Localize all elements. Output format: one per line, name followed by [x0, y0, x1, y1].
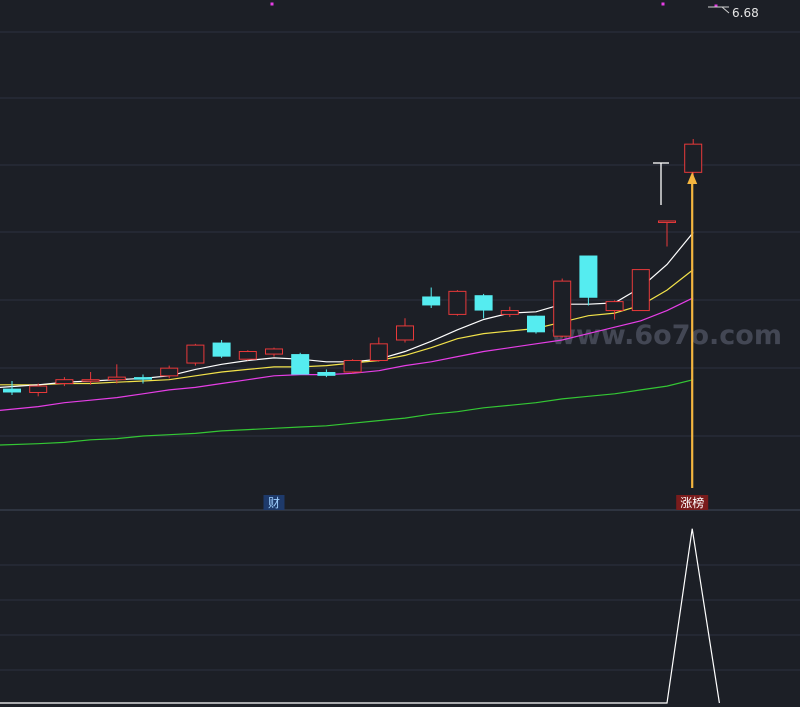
candle	[55, 377, 74, 387]
candle-body	[317, 372, 336, 376]
stock-chart: www.6o7o.com 财 涨榜 6.68	[0, 2, 800, 704]
ma-magenta-line	[0, 297, 694, 411]
candle	[186, 343, 205, 366]
candle-body	[422, 296, 441, 306]
candle-body	[29, 385, 48, 393]
candle-body	[448, 290, 467, 315]
candle-body	[658, 220, 676, 223]
candle-body	[553, 280, 572, 337]
candle-body	[631, 269, 650, 312]
candle	[553, 278, 572, 338]
candle	[317, 369, 336, 378]
candle-body	[605, 301, 624, 312]
candle-body	[107, 376, 126, 381]
candle-body	[134, 377, 152, 380]
candle	[448, 290, 467, 316]
candles	[3, 139, 703, 397]
candle	[107, 364, 126, 384]
candle-body	[396, 325, 414, 341]
candle-body	[684, 143, 703, 173]
top-marker	[661, 2, 665, 6]
price-label: 6.68	[732, 6, 759, 20]
candle	[369, 337, 388, 362]
candle	[527, 315, 545, 334]
candle-body	[238, 351, 257, 360]
candle-body	[160, 367, 179, 377]
candle	[658, 220, 676, 247]
price-pointer	[721, 6, 730, 14]
indicator-panel	[0, 528, 720, 704]
candle-body	[474, 295, 493, 311]
event-marker: 财	[263, 495, 285, 510]
candle-body	[343, 359, 362, 373]
candle-body	[291, 354, 310, 375]
annotations: 财 涨榜 6.68	[263, 2, 759, 510]
indicator-line	[0, 528, 720, 704]
candle	[605, 300, 624, 320]
candle	[238, 350, 257, 361]
candle-body	[579, 255, 598, 298]
event-marker-label: 涨榜	[680, 495, 704, 510]
candle	[3, 380, 21, 396]
candle-body	[369, 343, 388, 361]
top-marker	[270, 2, 274, 6]
candle-body	[265, 348, 283, 355]
candle	[291, 352, 310, 375]
candle	[265, 347, 283, 357]
candle	[422, 287, 441, 308]
candle	[396, 318, 414, 343]
ma-green-line	[0, 379, 694, 446]
event-marker: 涨榜	[676, 495, 709, 510]
event-marker-label: 财	[268, 496, 280, 510]
candle	[500, 306, 519, 317]
candle-body	[212, 342, 231, 357]
candle	[212, 340, 231, 358]
candle-body	[55, 379, 74, 385]
watermark: www.6o7o.com	[551, 320, 782, 351]
candle	[343, 359, 362, 374]
candle-body	[81, 379, 100, 382]
grid-lines	[0, 31, 800, 671]
candle	[631, 269, 650, 312]
candle-body	[3, 388, 21, 393]
candle	[579, 255, 598, 306]
candle	[474, 293, 493, 319]
limit-up-arrow-head	[687, 172, 698, 184]
candle	[134, 374, 152, 384]
candle-body	[500, 310, 519, 315]
candle-body	[527, 315, 545, 333]
candle	[684, 139, 703, 178]
watermark-text: www.6o7o.com	[551, 320, 782, 351]
candle-body	[186, 344, 205, 364]
